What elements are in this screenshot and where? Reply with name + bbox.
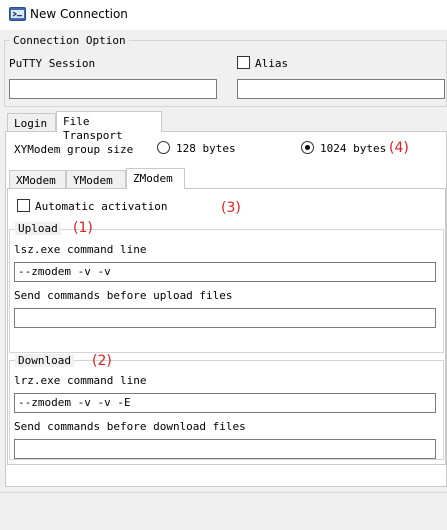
tab-file-transport[interactable]: File Transport	[56, 111, 162, 142]
tab-ymodem[interactable]: YModem	[66, 170, 126, 189]
lsz-command-label: lsz.exe command line	[14, 243, 147, 256]
download-before-commands-label: Send commands before download files	[14, 420, 246, 433]
lrz-command-label: lrz.exe command line	[14, 374, 147, 387]
tab-zmodem[interactable]: ZModem	[126, 168, 185, 189]
alias-checkbox[interactable]	[237, 56, 250, 69]
tab-login[interactable]: Login	[7, 113, 56, 132]
lrz-command-field[interactable]: --zmodem -v -v -E	[14, 393, 436, 413]
download-legend: Download	[15, 354, 74, 367]
alias-label: Alias	[255, 57, 289, 70]
annotation-3: (3)	[221, 200, 241, 216]
putty-session-label: PuTTY Session	[9, 57, 96, 70]
automatic-activation-checkbox[interactable]	[17, 199, 30, 212]
lsz-command-field[interactable]: --zmodem -v -v	[14, 262, 436, 282]
xymodem-group-size-label: XYModem group size	[14, 143, 134, 156]
putty-session-field[interactable]	[9, 79, 217, 99]
window-title: New Connection	[30, 7, 128, 21]
radio-1024-bytes[interactable]	[301, 141, 314, 154]
bottom-divider	[0, 492, 447, 493]
connection-option-legend: Connection Option	[10, 34, 129, 47]
annotation-1: (1)	[73, 220, 93, 236]
annotation-4: (4)	[389, 140, 409, 156]
radio-1024-bytes-label: 1024 bytes	[320, 142, 387, 155]
radio-128-bytes-label: 128 bytes	[176, 142, 236, 155]
alias-field[interactable]	[237, 79, 445, 99]
annotation-2: (2)	[92, 353, 112, 369]
upload-before-commands-label: Send commands before upload files	[14, 289, 233, 302]
radio-128-bytes[interactable]	[157, 141, 170, 154]
upload-before-commands-field[interactable]	[14, 308, 436, 328]
download-before-commands-field[interactable]	[14, 439, 436, 459]
upload-legend: Upload	[15, 222, 61, 235]
tab-xmodem[interactable]: XModem	[9, 170, 66, 189]
automatic-activation-label: Automatic activation	[35, 200, 168, 213]
radio-selected-dot	[305, 145, 310, 150]
app-icon	[9, 7, 26, 21]
